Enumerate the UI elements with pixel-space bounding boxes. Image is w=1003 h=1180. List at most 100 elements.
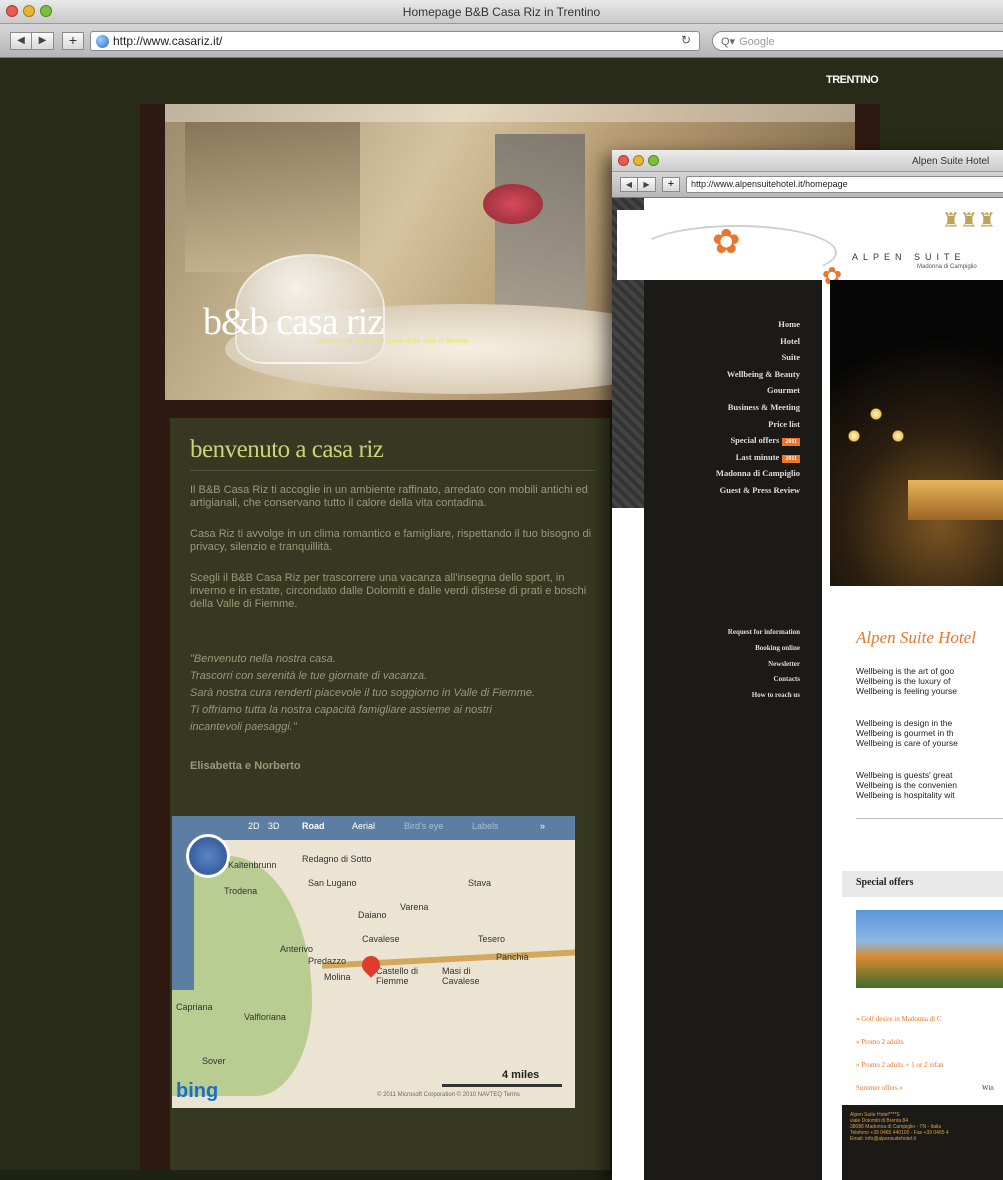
map-place: Anterivo bbox=[280, 944, 314, 954]
add-bookmark-button[interactable]: + bbox=[62, 32, 84, 50]
map-place: Tesero bbox=[478, 934, 506, 944]
offer-link[interactable]: » Golf desire in Madonna di C bbox=[856, 1015, 942, 1023]
special-offers-title: Special offers bbox=[856, 877, 914, 888]
menu-item-label: Suite bbox=[781, 352, 800, 363]
lamp-light bbox=[848, 430, 860, 442]
hero-band bbox=[165, 104, 855, 122]
zoom-button[interactable] bbox=[648, 155, 659, 166]
intro-paragraph-3: Scegli il B&B Casa Riz per trascorrere u… bbox=[190, 572, 587, 610]
submenu-how-to-reach[interactable]: How to reach us bbox=[728, 688, 800, 704]
submenu-newsletter[interactable]: Newsletter bbox=[728, 657, 800, 673]
map-more-button[interactable]: » bbox=[540, 821, 545, 831]
year-badge: 2011 bbox=[782, 438, 800, 447]
special-offer-image[interactable] bbox=[856, 910, 1003, 988]
bing-map[interactable]: 2D 3D Road Aerial Bird's eye Labels » Re… bbox=[172, 816, 575, 1108]
map-aerial-button[interactable]: Aerial bbox=[352, 821, 375, 831]
wellbeing-line: Wellbeing is care of yourse bbox=[856, 738, 958, 748]
browser-window-alpensuite: Alpen Suite Hotel ◀ ▶ + http://www.alpen… bbox=[612, 150, 1003, 1180]
submenu-booking[interactable]: Booking online bbox=[728, 641, 800, 657]
wellbeing-line: Wellbeing is the art of goo bbox=[856, 666, 955, 676]
menu-item-label: Home bbox=[778, 319, 800, 329]
address-bar[interactable]: http://www.casariz.it/ ↻ bbox=[90, 31, 700, 51]
map-place: Stava bbox=[468, 878, 492, 888]
map-place: Sover bbox=[202, 1056, 226, 1066]
map-birdseye-button[interactable]: Bird's eye bbox=[404, 821, 443, 831]
welcome-quote: "Benvenuto nella nostra casa. Trascorri … bbox=[190, 651, 600, 736]
wellbeing-line: Wellbeing is hospitality wit bbox=[856, 790, 955, 800]
page-heading: benvenuto a casa riz bbox=[190, 436, 384, 463]
hotel-building bbox=[908, 480, 1003, 520]
menu-item-last-minute[interactable]: Last minute 2011 bbox=[716, 449, 800, 466]
map-place: Kaltenbrunn bbox=[228, 860, 277, 870]
winter-offers-link[interactable]: Win bbox=[982, 1084, 994, 1092]
window-titlebar: Alpen Suite Hotel bbox=[612, 150, 1003, 172]
address-bar-url: http://www.casariz.it/ bbox=[113, 34, 223, 48]
minimize-button[interactable] bbox=[633, 155, 644, 166]
menu-item-business[interactable]: Business & Meeting bbox=[716, 399, 800, 416]
address-bar-url: http://www.alpensuitehotel.it/homepage bbox=[691, 179, 848, 189]
browser-toolbar: ◀ ▶ + http://www.casariz.it/ ↻ Q▾ Google bbox=[0, 24, 1003, 58]
submenu-request-info[interactable]: Request for information bbox=[728, 625, 800, 641]
map-scale-label: 4 miles bbox=[502, 1069, 540, 1081]
quote-line: Trascorri con serenità le tue giornate d… bbox=[190, 670, 428, 682]
quote-line: Ti offriamo tutta la nostra capacità fam… bbox=[190, 704, 492, 716]
wellbeing-line: Wellbeing is feeling yourse bbox=[856, 686, 957, 696]
address-bar[interactable]: http://www.alpensuitehotel.it/homepage bbox=[686, 176, 1003, 193]
map-place: Castello di Fiemme bbox=[376, 966, 419, 986]
window-titlebar: Homepage B&B Casa Riz in Trentino bbox=[0, 0, 1003, 24]
hero-night-photo bbox=[830, 280, 1003, 586]
map-labels-button[interactable]: Labels bbox=[472, 821, 499, 831]
back-button[interactable]: ◀ bbox=[10, 32, 32, 50]
quote-line: "Benvenuto nella nostra casa. bbox=[190, 653, 336, 665]
menu-item-guest-review[interactable]: Guest & Press Review bbox=[716, 482, 800, 499]
forward-button[interactable]: ▶ bbox=[32, 32, 54, 50]
map-2d-button[interactable]: 2D bbox=[248, 821, 260, 831]
trentino-logo[interactable]: TRENTINO bbox=[826, 74, 879, 86]
menu-item-label: Business & Meeting bbox=[727, 401, 800, 412]
map-place: Trodena bbox=[224, 886, 258, 896]
submenu-contacts[interactable]: Contacts bbox=[728, 672, 800, 688]
browser-toolbar: ◀ ▶ + http://www.alpensuitehotel.it/home… bbox=[612, 172, 1003, 198]
menu-item-label: Gourmet bbox=[766, 385, 800, 396]
map-place: Molina bbox=[324, 972, 351, 982]
menu-item-suite[interactable]: Suite bbox=[716, 349, 800, 366]
hotel-location: Madonna di Campiglio bbox=[917, 264, 977, 270]
site-tagline: bellezza da vivere nel cuore della valle… bbox=[317, 338, 470, 345]
menu-item-home[interactable]: Home bbox=[716, 316, 800, 333]
offer-link[interactable]: » Promo 2 adults + 1 or 2 infan bbox=[856, 1061, 944, 1069]
menu-item-label: Wellbeing & Beauty bbox=[726, 368, 800, 379]
hotel-brand[interactable]: ALPEN SUITE bbox=[852, 252, 966, 262]
heading-divider bbox=[190, 470, 595, 471]
map-place: Cavalese bbox=[362, 934, 400, 944]
menu-item-hotel[interactable]: Hotel bbox=[716, 333, 800, 350]
menu-item-price-list[interactable]: Price list bbox=[716, 416, 800, 433]
intro-paragraph-1: Il B&B Casa Riz ti accoglie in un ambien… bbox=[190, 484, 588, 509]
map-place: Varena bbox=[400, 902, 429, 912]
flower-icon: ✿ bbox=[712, 223, 741, 261]
offer-link[interactable]: » Promo 2 adults bbox=[856, 1038, 904, 1046]
wellbeing-line: Wellbeing is gourmet in th bbox=[856, 728, 954, 738]
globe-icon bbox=[96, 35, 109, 48]
menu-item-madonna[interactable]: Madonna di Campiglio bbox=[716, 465, 800, 482]
map-road-button[interactable]: Road bbox=[302, 821, 325, 831]
close-button[interactable] bbox=[618, 155, 629, 166]
reload-icon[interactable]: ↻ bbox=[681, 33, 691, 47]
summer-offers-link[interactable]: Summer offers » bbox=[856, 1084, 903, 1092]
menu-item-wellbeing[interactable]: Wellbeing & Beauty bbox=[716, 366, 800, 383]
menu-item-label: Guest & Press Review bbox=[719, 484, 800, 495]
search-field[interactable]: Q▾ Google bbox=[712, 31, 1003, 51]
forward-button[interactable]: ▶ bbox=[638, 177, 656, 192]
map-3d-button[interactable]: 3D bbox=[268, 821, 280, 831]
menu-item-label: Special offers bbox=[730, 435, 780, 446]
map-place: Daiano bbox=[358, 910, 387, 920]
menu-item-special-offers[interactable]: Special offers 2011 bbox=[716, 432, 800, 449]
add-bookmark-button[interactable]: + bbox=[662, 177, 680, 192]
content-divider bbox=[856, 818, 1003, 819]
menu-item-label: Hotel bbox=[780, 335, 800, 346]
map-place: San Lugano bbox=[308, 878, 357, 888]
back-button[interactable]: ◀ bbox=[620, 177, 638, 192]
wellbeing-line: Wellbeing is design in the bbox=[856, 718, 953, 728]
menu-item-gourmet[interactable]: Gourmet bbox=[716, 382, 800, 399]
compass-icon[interactable] bbox=[186, 834, 230, 878]
window-title: Homepage B&B Casa Riz in Trentino bbox=[402, 5, 601, 19]
